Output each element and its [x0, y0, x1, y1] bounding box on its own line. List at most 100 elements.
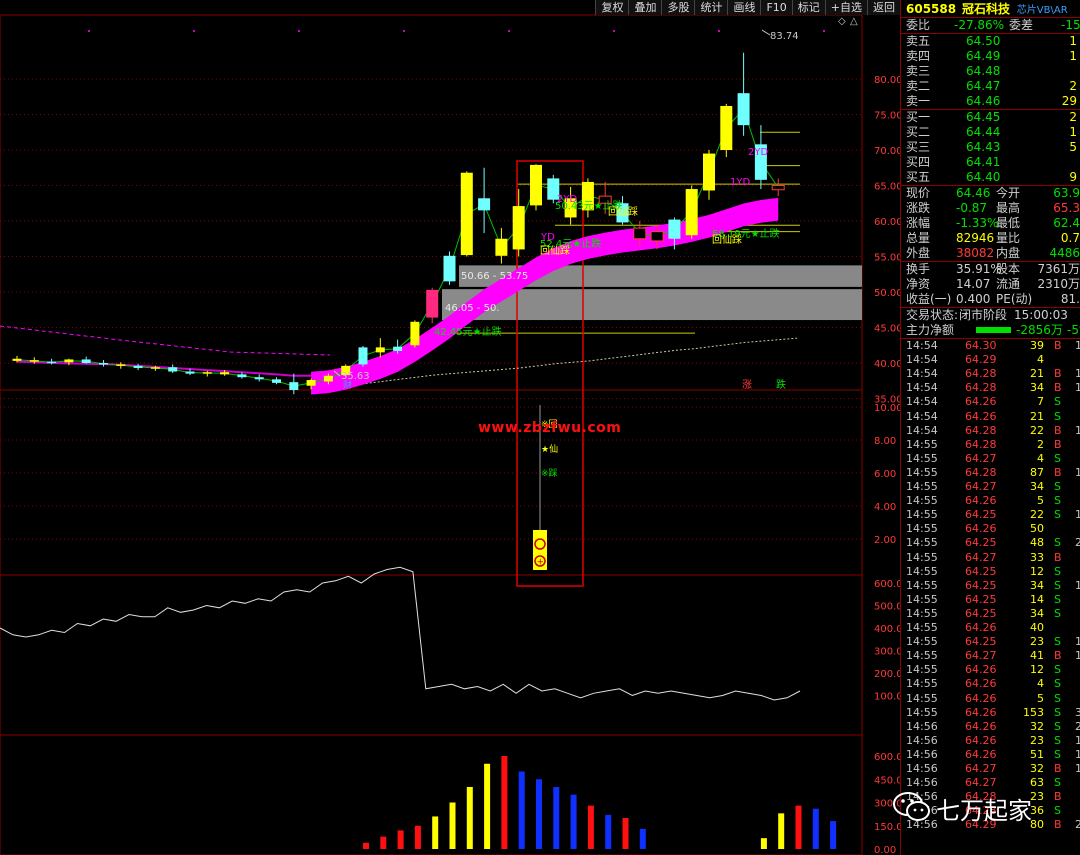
- asks-row[interactable]: 卖一 64.46 29: [901, 94, 1080, 109]
- toolbar-button-3[interactable]: 统计: [694, 0, 728, 15]
- tick-time: 14:55: [906, 663, 938, 677]
- toolbar-button-5[interactable]: F10: [760, 0, 792, 15]
- price-axis-label: 70.00: [874, 146, 900, 157]
- annotation-die: 跌: [776, 378, 786, 391]
- tick-volume: 12: [1030, 564, 1044, 578]
- candle-body: [530, 164, 542, 206]
- ind3-axis-label: 0.00: [874, 845, 896, 855]
- plus-icon-glyph: +: [537, 558, 545, 568]
- candle-body: [306, 380, 316, 386]
- tick-price: 64.26: [965, 691, 997, 705]
- tick-side: S: [1054, 480, 1061, 493]
- tick-time: 14:56: [906, 733, 938, 747]
- tick-volume: 4: [1037, 677, 1044, 691]
- toolbar-button-2[interactable]: 多股: [661, 0, 695, 15]
- tick-time: 14:55: [906, 522, 938, 536]
- tick-volume: 22: [1030, 423, 1044, 437]
- quote-value-2: 0.7: [1060, 231, 1080, 245]
- logo-text: 七万起家: [936, 797, 1032, 825]
- tick-price: 64.26: [965, 677, 997, 691]
- tick-side: B: [1054, 550, 1062, 564]
- tick-volume: 12: [1030, 663, 1044, 677]
- candle-body: [133, 365, 143, 368]
- tick-price: 64.27: [965, 480, 997, 493]
- tick-row: 14:55 64.26 5 S: [901, 692, 1080, 706]
- bids-row[interactable]: 买四 64.41: [901, 155, 1080, 170]
- tick-volume: 40: [1030, 621, 1044, 634]
- tick-volume: 32: [1030, 762, 1044, 775]
- tick-price: 64.25: [965, 508, 997, 522]
- stock-code: 605588: [906, 2, 957, 16]
- toolbar-button-0[interactable]: 复权: [595, 0, 629, 15]
- candle-body: [737, 93, 750, 126]
- ind3-bar: [760, 838, 767, 849]
- chart-frames: [0, 14, 863, 855]
- candle-body: [375, 347, 385, 353]
- asks-row[interactable]: 卖四 64.49 1: [901, 49, 1080, 64]
- candle-body: [685, 189, 698, 236]
- annotation-zhang: 涨: [742, 379, 752, 391]
- tick-volume: 4: [1037, 353, 1044, 367]
- trade-status-row: 交易状态: 闭市阶段 15:00:03: [901, 308, 1080, 323]
- tick-time: 14:54: [906, 381, 938, 395]
- toolbar-button-4[interactable]: 画线: [727, 0, 761, 15]
- candle-body: [220, 372, 230, 375]
- bids-row[interactable]: 买一 64.45 2: [901, 110, 1080, 125]
- bid-book: 买一 64.45 2 买二 64.44 1 买三 64.43 5 买四 64.41 买五 64.40 9: [901, 110, 1080, 185]
- stats-row: 收益(一) 0.400 PE(动) 81.: [901, 292, 1080, 307]
- stock-header[interactable]: 605588 冠石科技 芯片VB\AR: [901, 0, 1080, 18]
- tick-row: 14:56 64.26 23 S 1: [901, 734, 1080, 748]
- toolbar-button-1[interactable]: 叠加: [628, 0, 662, 15]
- tick-price: 64.27: [965, 762, 997, 775]
- asks-row[interactable]: 卖二 64.47 2: [901, 79, 1080, 94]
- toolbar-button-7[interactable]: +自选: [824, 0, 867, 15]
- kline-chart[interactable]: 83.7435.63财涨跌50.66 - 53.7546.05 - 50.42.…: [0, 0, 900, 855]
- high-pointer: [761, 29, 771, 36]
- tick-time: 14:55: [906, 606, 938, 620]
- tick-volume: 14: [1030, 592, 1044, 606]
- tick-row: 14:55 64.25 22 S 1: [901, 508, 1080, 522]
- candle-body: [237, 374, 247, 378]
- quote-label-2: 内盘: [996, 246, 1021, 260]
- bids-row[interactable]: 买五 64.40 9: [901, 170, 1080, 185]
- tick-price: 64.27: [965, 550, 997, 564]
- bids-row[interactable]: 买三 64.43 5: [901, 140, 1080, 155]
- tick-price: 64.25: [965, 564, 997, 578]
- quote-table: 现价 64.46 今开 63.9 涨跌 -0.87 最高 65.3 涨幅 -1.33% 最低 62.4…: [901, 186, 1080, 261]
- tick-row: 14:55 64.26 50: [901, 522, 1080, 536]
- tick-count: 1: [1075, 423, 1080, 437]
- up-arrow-icon: △: [850, 16, 858, 27]
- quote-value: -0.87: [956, 201, 988, 215]
- stats-row: 净资 14.07 流通 2310万: [901, 277, 1080, 292]
- mainflow-pct: -5%: [1067, 323, 1080, 337]
- bids-volume: 5: [1069, 140, 1077, 154]
- annotation-zhidie1: 42.45元★止跌: [434, 325, 502, 338]
- asks-row[interactable]: 卖三 64.48: [901, 64, 1080, 79]
- stats-label: 换手: [906, 262, 931, 276]
- stats-label: 净资: [906, 277, 931, 291]
- weicha-label: 委差: [1009, 18, 1034, 32]
- tick-row: 14:54 64.28 34 B 1: [901, 381, 1080, 395]
- diamond-icon: ◇: [838, 16, 846, 27]
- watermark: www.zbzfwu.com: [478, 420, 622, 436]
- ind3-bar: [587, 805, 594, 849]
- panel-frame-2: [0, 574, 863, 736]
- candle-body: [358, 347, 368, 365]
- tick-price: 64.26: [965, 522, 997, 536]
- stats-value-2: 81.: [1060, 292, 1080, 306]
- annotation-hxd: 回仙踩: [540, 244, 570, 257]
- tick-time: 14:54: [906, 367, 938, 381]
- tick-volume: 5: [1037, 691, 1044, 705]
- tick-volume: 153: [1023, 705, 1044, 719]
- tick-row: 14:55 64.26 5 S: [901, 494, 1080, 508]
- mainflow-value: -2856万: [1016, 323, 1063, 337]
- bids-row[interactable]: 买二 64.44 1: [901, 125, 1080, 140]
- toolbar-button-6[interactable]: 标记: [791, 0, 825, 15]
- asks-price: 64.48: [966, 64, 1001, 78]
- ind3-bar: [466, 787, 473, 849]
- tick-price: 64.28: [965, 465, 997, 479]
- toolbar-button-8[interactable]: 返回: [867, 0, 900, 15]
- asks-row[interactable]: 卖五 64.50 1: [901, 34, 1080, 49]
- period-marker: [88, 30, 90, 32]
- quote-value-2: 63.9: [1053, 186, 1080, 200]
